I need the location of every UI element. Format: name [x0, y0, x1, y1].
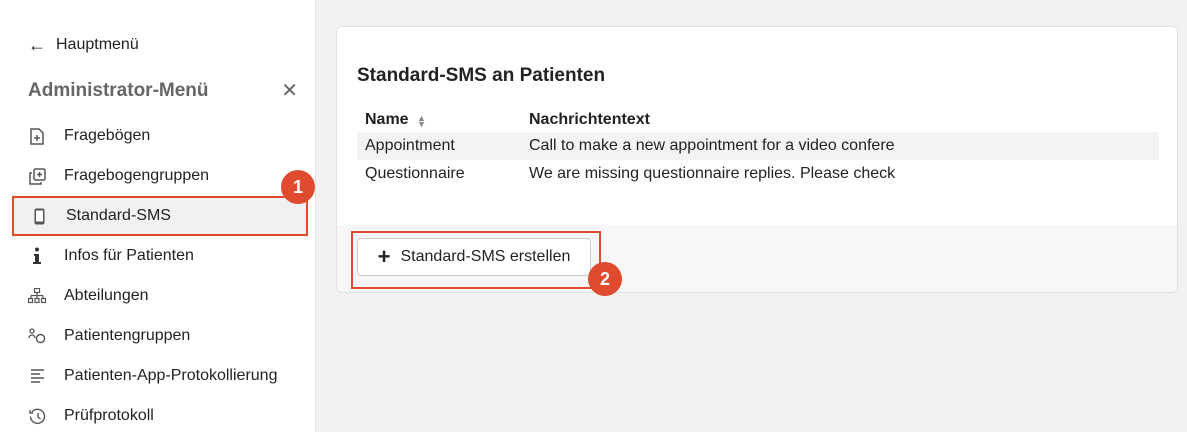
cell-text: We are missing questionnaire replies. Pl… [529, 165, 896, 182]
annotation-badge-2: 2 [588, 262, 622, 296]
table-row[interactable]: Questionnaire We are missing questionnai… [357, 160, 1159, 188]
sidebar-item-patientengruppen[interactable]: Patientengruppen [12, 316, 308, 356]
sidebar: ← Hauptmenü Administrator-Menü ✕ Fragebö… [0, 0, 316, 432]
list-lines-icon [28, 367, 46, 385]
back-link-label: Hauptmenü [56, 36, 139, 53]
cell-name: Appointment [365, 137, 455, 154]
cell-name: Questionnaire [365, 165, 465, 182]
table-row[interactable]: Appointment Call to make a new appointme… [357, 132, 1159, 160]
sidebar-item-label: Infos für Patienten [64, 247, 194, 264]
group-icon [28, 327, 46, 345]
close-icon[interactable]: ✕ [281, 81, 298, 101]
cell-text: Call to make a new appointment for a vid… [529, 137, 895, 154]
sidebar-item-label: Patientengruppen [64, 327, 191, 344]
sidebar-item-label: Fragebogengruppen [64, 167, 210, 184]
back-to-main-menu-link[interactable]: ← Hauptmenü [28, 36, 139, 54]
sidebar-item-patienten-app-protokollierung[interactable]: Patienten-App-Protokollierung [12, 356, 308, 396]
sidebar-item-label: Standard-SMS [66, 207, 171, 224]
admin-menu-list: Fragebögen Fragebogengruppen Standard-SM… [12, 116, 308, 432]
org-chart-icon [28, 287, 46, 305]
sidebar-item-abteilungen[interactable]: Abteilungen [12, 276, 308, 316]
plus-icon: + [377, 244, 391, 269]
add-document-icon [28, 127, 46, 145]
sidebar-item-label: Abteilungen [64, 287, 149, 304]
copy-documents-icon [28, 167, 46, 185]
arrow-left-icon: ← [28, 35, 46, 55]
standard-sms-card: Standard-SMS an Patienten Name ▲ ▼ Nachri… [336, 26, 1178, 293]
sidebar-item-infos-fuer-patienten[interactable]: Infos für Patienten [12, 236, 308, 276]
admin-menu-header: Administrator-Menü ✕ [28, 80, 298, 102]
sidebar-item-label: Patienten-App-Protokollierung [64, 367, 278, 384]
admin-menu-title: Administrator-Menü [28, 80, 209, 101]
sidebar-item-label: Fragebögen [64, 127, 151, 144]
sidebar-item-standard-sms[interactable]: Standard-SMS [12, 196, 308, 236]
info-icon [28, 247, 46, 265]
phone-icon [30, 207, 48, 225]
create-button-label: Standard-SMS erstellen [400, 248, 571, 265]
column-header-text: Nachrichtentext [529, 110, 650, 128]
sidebar-item-fragebogengruppen[interactable]: Fragebogengruppen [12, 156, 308, 196]
sort-icon[interactable]: ▲ ▼ [417, 114, 426, 129]
create-standard-sms-button[interactable]: + Standard-SMS erstellen [357, 238, 591, 276]
column-header-name[interactable]: Name ▲ ▼ [357, 111, 529, 129]
annotation-badge-1: 1 [281, 170, 315, 204]
column-header-label: Name [365, 110, 409, 128]
sms-table: Name ▲ ▼ Nachrichtentext Appointment Call… [357, 107, 1159, 188]
history-icon [28, 407, 46, 425]
sidebar-item-pruefprotokoll[interactable]: Prüfprotokoll [12, 396, 308, 432]
sidebar-item-label: Prüfprotokoll [64, 407, 154, 424]
card-footer: + Standard-SMS erstellen [337, 225, 1177, 292]
page-title: Standard-SMS an Patienten [357, 65, 606, 86]
sidebar-item-frageboegen[interactable]: Fragebögen [12, 116, 308, 156]
table-header: Name ▲ ▼ Nachrichtentext [357, 107, 1159, 132]
